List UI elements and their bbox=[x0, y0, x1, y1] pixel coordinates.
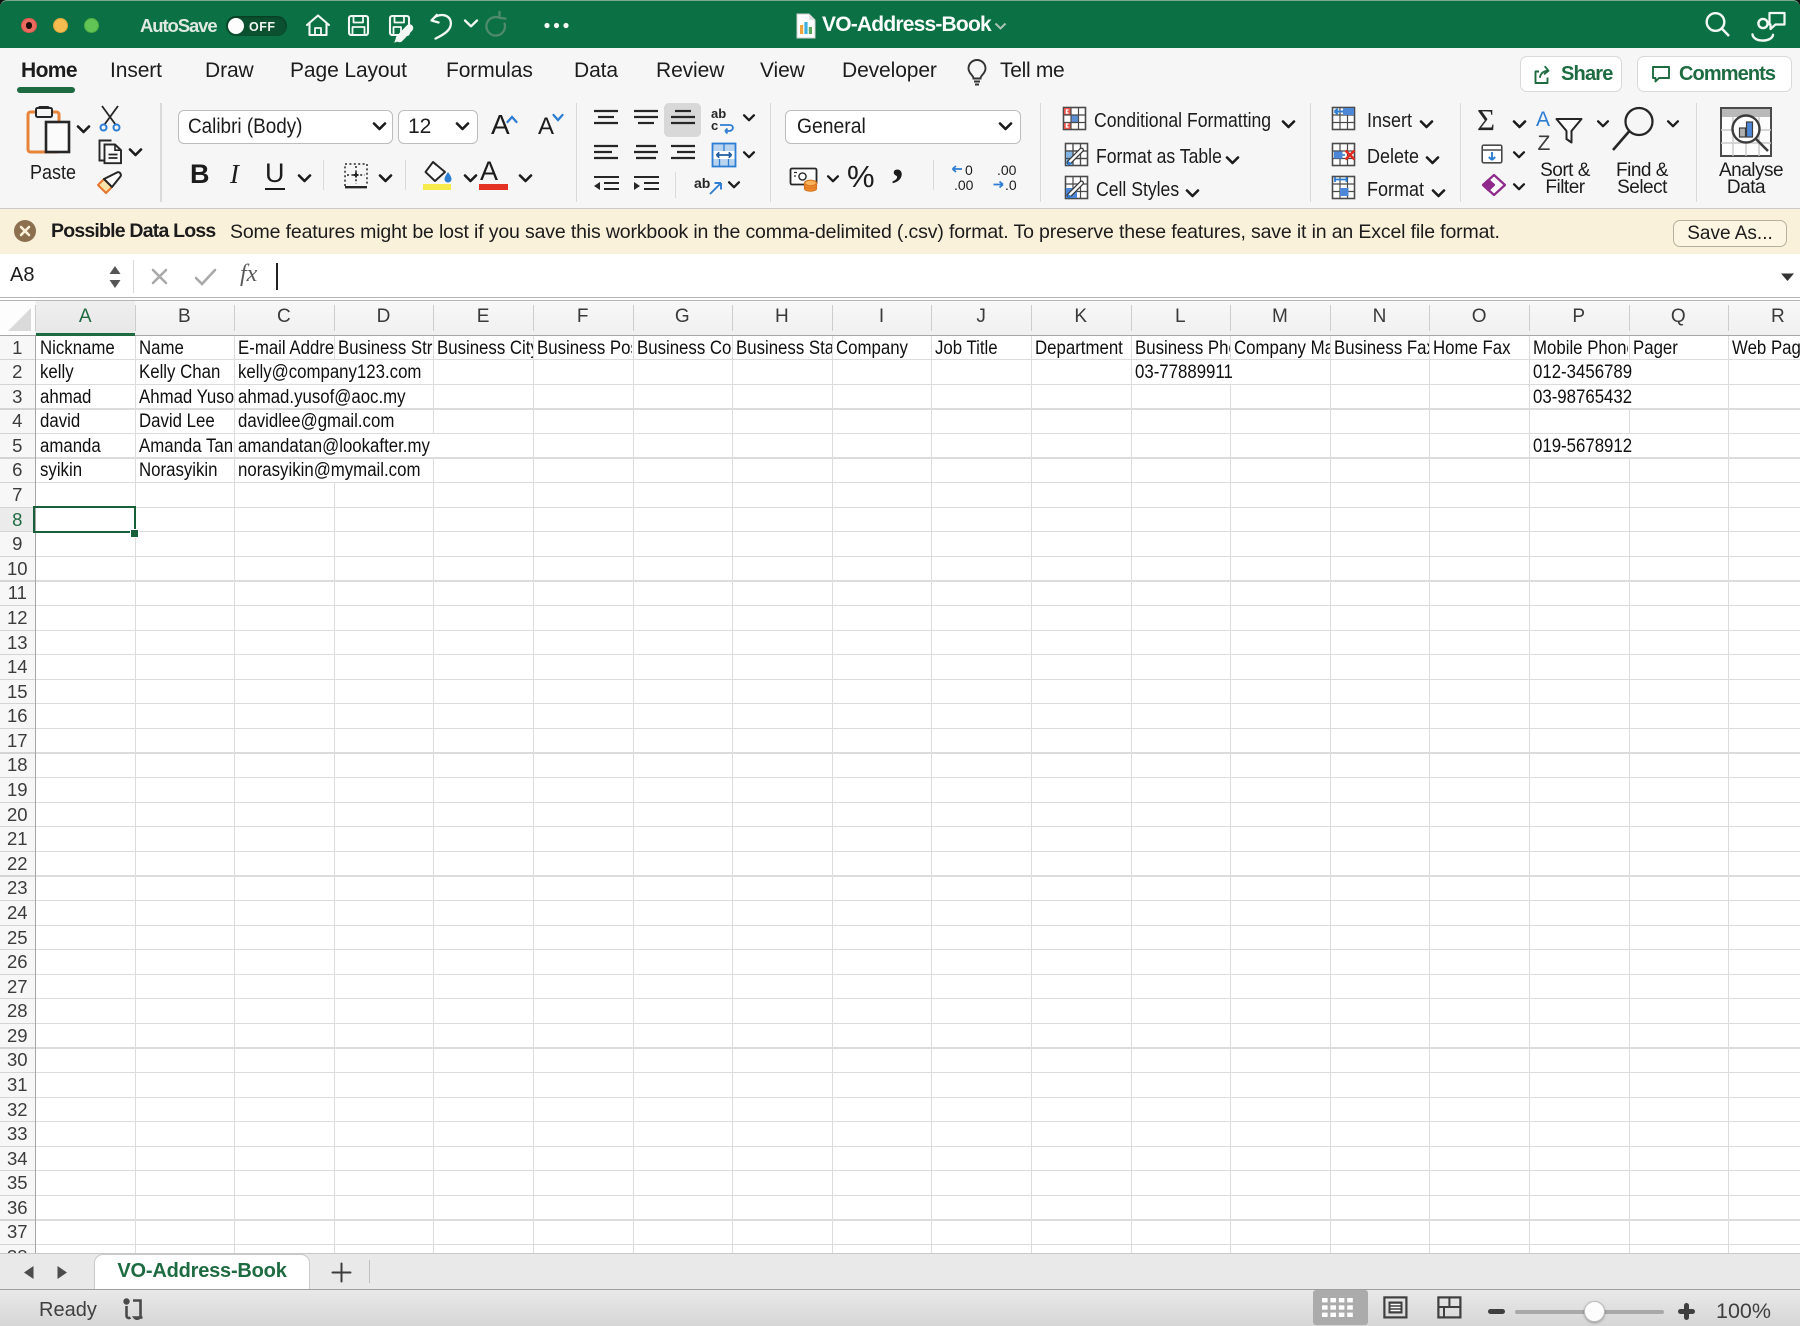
svg-text:.00: .00 bbox=[997, 162, 1017, 178]
svg-text:.00: .00 bbox=[954, 177, 974, 192]
svg-text:ab: ab bbox=[694, 175, 710, 191]
svg-text:.0: .0 bbox=[1005, 177, 1017, 192]
svg-text:c: c bbox=[711, 118, 718, 133]
svg-text:A: A bbox=[1536, 108, 1550, 131]
svg-text:0: 0 bbox=[965, 162, 973, 178]
svg-text:Z: Z bbox=[1538, 132, 1551, 154]
